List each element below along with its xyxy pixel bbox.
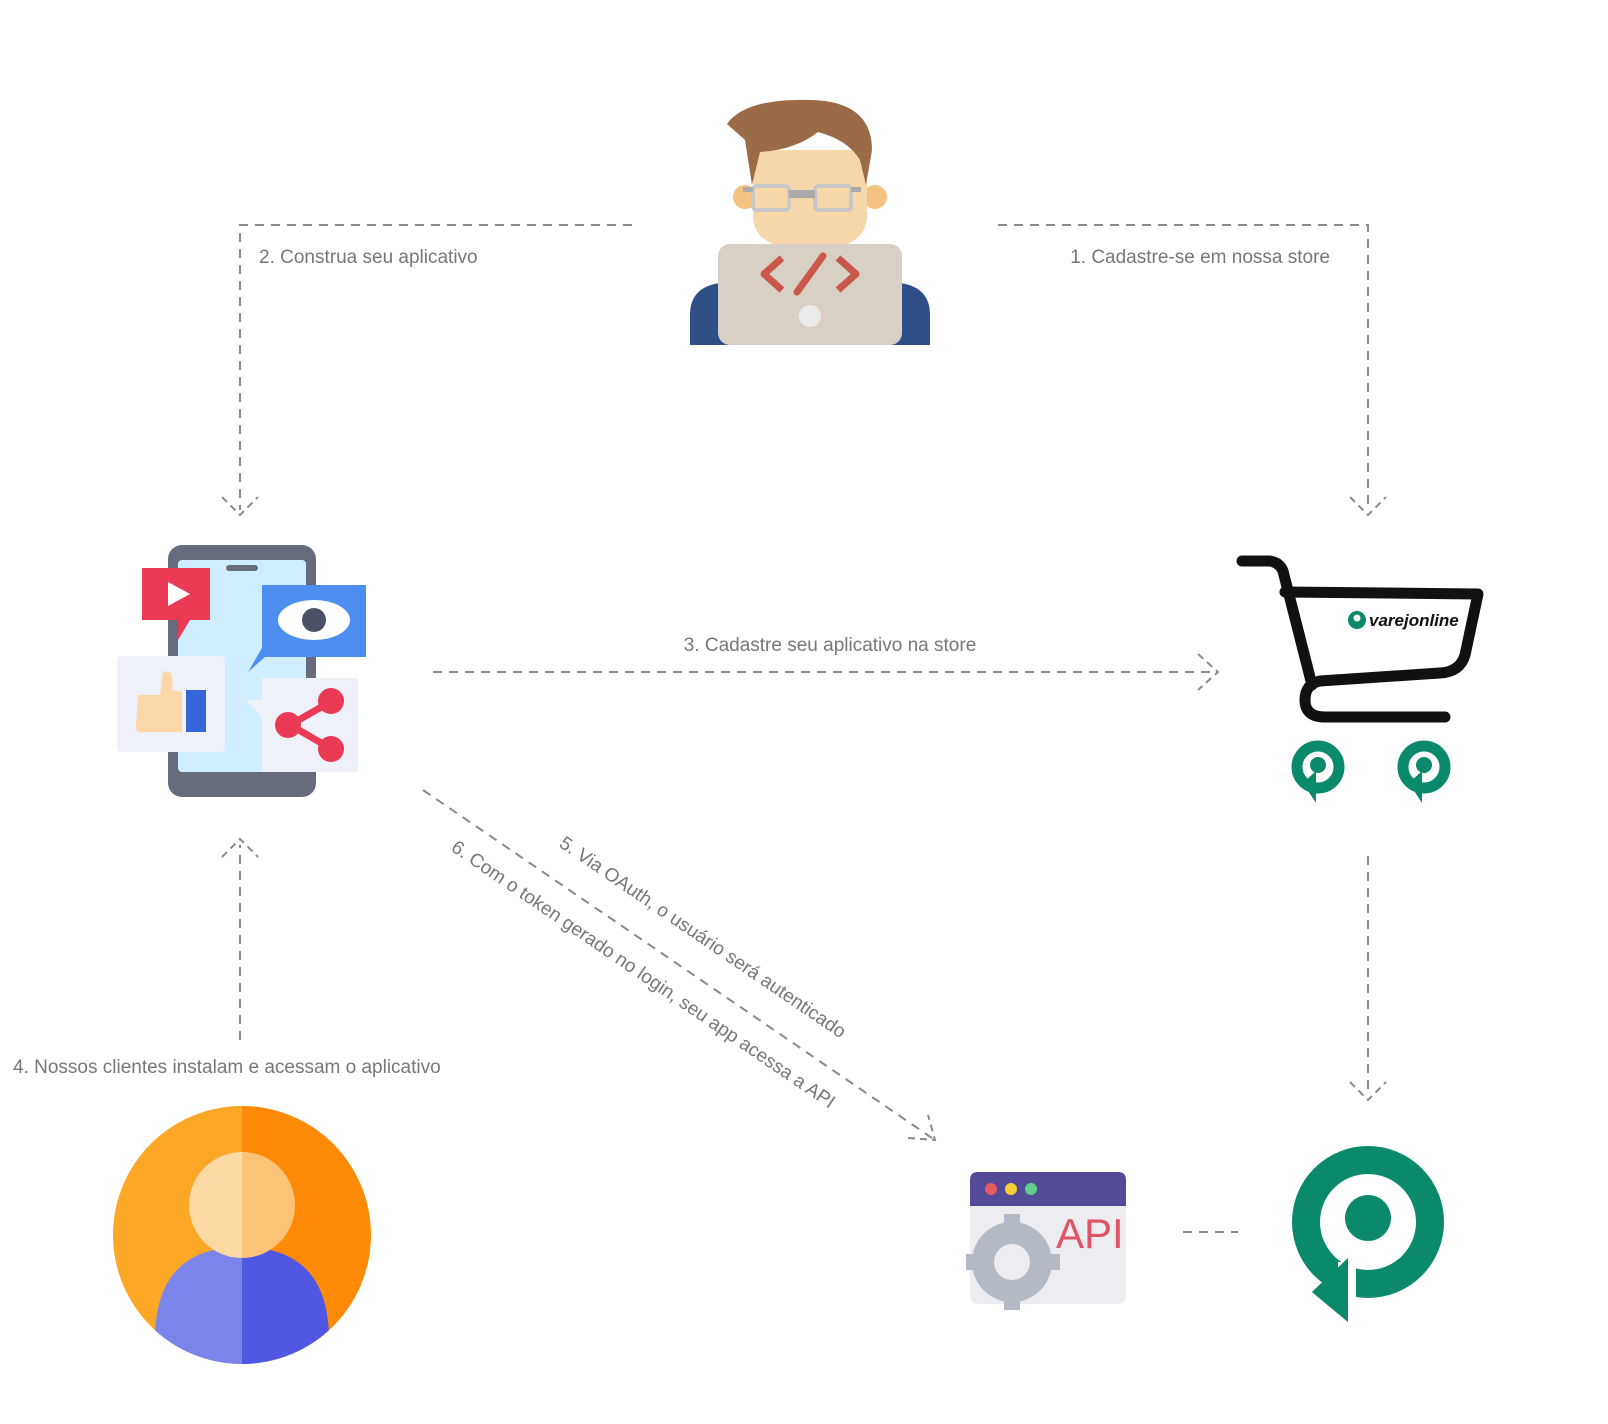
cart-wheel-left-icon	[1291, 740, 1345, 803]
connector-step4	[221, 837, 259, 1040]
cart-wheel-right-icon	[1397, 740, 1451, 803]
connector-step1	[998, 224, 1387, 517]
api-label: API	[1056, 1210, 1124, 1257]
customer-avatar-icon	[113, 1106, 371, 1364]
step4-label: 4. Nossos clientes instalam e acessam o …	[13, 1057, 441, 1078]
cart-logo-text: varejonline	[1369, 611, 1459, 630]
developer-icon	[690, 99, 930, 345]
connector-step3	[433, 653, 1220, 691]
connector-oauth	[422, 789, 937, 1142]
step1-label: 1. Cadastre-se em nossa store	[1070, 247, 1330, 268]
step3-label: 3. Cadastre seu aplicativo na store	[684, 635, 977, 656]
step6-label: 6. Com o token gerado no login, seu app …	[447, 837, 838, 1113]
mobile-app-icon	[117, 545, 366, 797]
shopping-cart-icon: varejonline	[1236, 555, 1484, 803]
api-window-icon: API	[966, 1172, 1126, 1310]
step2-label: 2. Construa seu aplicativo	[259, 247, 478, 268]
varejonline-logo-icon	[1292, 1146, 1444, 1322]
flow-diagram: 2. Construa seu aplicativo 1. Cadastre-s…	[13, 99, 1484, 1364]
connector-step2	[221, 224, 632, 517]
connector-store-platform	[1349, 856, 1387, 1102]
